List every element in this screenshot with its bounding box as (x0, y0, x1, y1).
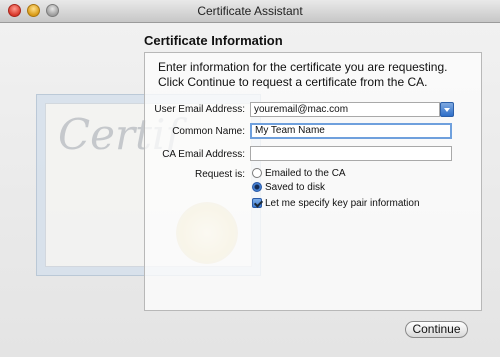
user-email-combo-field[interactable]: youremail@mac.com (250, 102, 440, 117)
specify-key-pair-checkbox[interactable] (252, 198, 262, 208)
radio-saved-to-disk[interactable] (252, 182, 262, 192)
intro-line-1: Enter information for the certificate yo… (158, 60, 448, 74)
common-name-field[interactable]: My Team Name (250, 123, 452, 139)
user-email-label: User Email Address: (154, 104, 245, 115)
request-is-label: Request is: (194, 169, 245, 180)
saved-to-disk-label[interactable]: Saved to disk (265, 182, 325, 193)
common-name-label: Common Name: (172, 126, 245, 137)
ca-email-label: CA Email Address: (162, 149, 245, 160)
emailed-to-ca-label[interactable]: Emailed to the CA (265, 168, 346, 179)
ca-email-field[interactable] (250, 146, 452, 161)
intro-line-2: Click Continue to request a certificate … (158, 75, 428, 89)
intro-text: Enter information for the certificate yo… (158, 60, 458, 90)
continue-button[interactable]: Continue (405, 321, 468, 338)
title-bar: Certificate Assistant (0, 0, 500, 23)
section-title: Certificate Information (144, 33, 283, 48)
specify-key-pair-label[interactable]: Let me specify key pair information (265, 198, 420, 209)
window-title: Certificate Assistant (197, 4, 303, 18)
certificate-assistant-window: Certificate Assistant Certif Certificate… (0, 0, 500, 357)
chevron-down-icon[interactable] (440, 102, 454, 117)
radio-emailed-to-ca[interactable] (252, 168, 262, 178)
